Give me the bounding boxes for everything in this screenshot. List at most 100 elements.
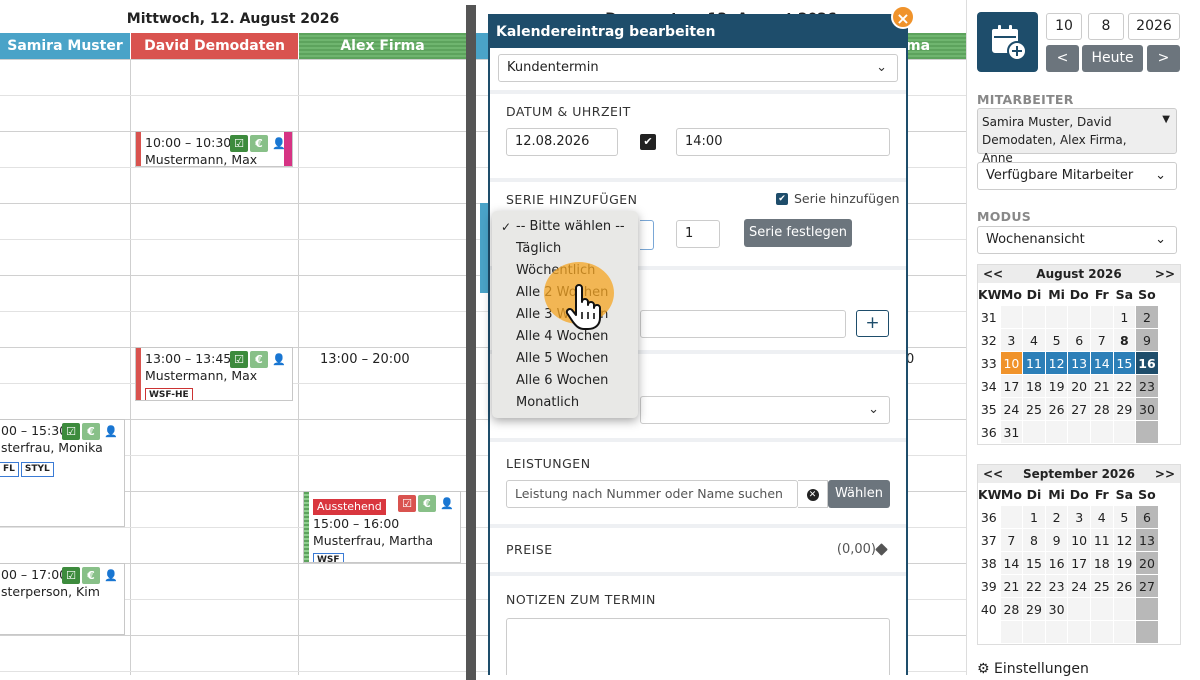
day-cell[interactable]: 10 — [1068, 529, 1091, 552]
day-cell[interactable] — [1113, 621, 1137, 644]
calendar-event[interactable]: 10:00 – 10:30 Mustermann, Max ☑ € 👤 — [135, 131, 293, 167]
day-cell[interactable]: 1 — [1113, 306, 1137, 329]
day-cell[interactable]: 17 — [1068, 552, 1091, 575]
day-cell[interactable] — [1045, 621, 1069, 644]
day-cell[interactable]: 27 — [1136, 575, 1159, 598]
day-cell[interactable]: 30 — [1136, 398, 1159, 421]
day-cell[interactable]: 8 — [1113, 329, 1137, 352]
day-cell[interactable]: 13 — [1136, 529, 1159, 552]
day-cell[interactable]: 2 — [1045, 506, 1069, 529]
dropdown-option[interactable]: -- Bitte wählen -- — [492, 216, 638, 238]
day-cell[interactable] — [1113, 421, 1137, 444]
day-input[interactable]: 10 — [1046, 13, 1082, 40]
mode-select[interactable]: Wochenansicht ⌄ — [977, 226, 1177, 254]
day-cell[interactable]: 29 — [1023, 598, 1046, 621]
clear-search-button[interactable]: ✕ — [798, 480, 828, 508]
dropdown-option[interactable]: Alle 5 Wochen — [492, 348, 638, 370]
day-cell[interactable]: 10 — [1000, 352, 1024, 375]
dropdown-option[interactable]: Täglich — [492, 238, 638, 260]
day-cell[interactable]: 22 — [1113, 375, 1137, 398]
day-cell[interactable]: 14 — [1000, 552, 1024, 575]
day-cell[interactable]: 24 — [1000, 398, 1024, 421]
day-cell[interactable] — [1045, 421, 1069, 444]
day-cell[interactable]: 25 — [1023, 398, 1046, 421]
day-cell[interactable]: 5 — [1045, 329, 1069, 352]
day-cell[interactable]: 18 — [1090, 552, 1114, 575]
calendar-event[interactable]: 00 – 15:30 sterfrau, Monika FL STYL ☑ € 👤 — [0, 419, 125, 527]
day-cell[interactable]: 17 — [1000, 375, 1024, 398]
dropdown-option[interactable]: Monatlich — [492, 392, 638, 414]
day-cell[interactable]: 9 — [1045, 529, 1069, 552]
day-cell[interactable]: 4 — [1023, 329, 1046, 352]
day-cell[interactable]: 11 — [1090, 529, 1114, 552]
year-input[interactable]: 2026 — [1128, 13, 1180, 40]
day-cell[interactable]: 30 — [1045, 598, 1069, 621]
day-cell[interactable]: 16 — [1136, 352, 1159, 375]
day-cell[interactable]: 13 — [1068, 352, 1091, 375]
column-header-right-alex[interactable]: ma — [906, 33, 966, 59]
day-cell[interactable] — [1136, 421, 1159, 444]
day-cell[interactable] — [1023, 421, 1046, 444]
day-cell[interactable] — [1045, 306, 1069, 329]
column-header-alex[interactable]: Alex Firma — [299, 33, 466, 59]
prev-month-button[interactable]: << — [983, 265, 1003, 283]
day-cell[interactable]: 12 — [1113, 529, 1137, 552]
day-cell[interactable]: 3 — [1068, 506, 1091, 529]
day-cell[interactable] — [1000, 506, 1024, 529]
day-cell[interactable]: 31 — [1000, 421, 1024, 444]
day-cell[interactable]: 20 — [1136, 552, 1159, 575]
series-checkbox[interactable]: ✔ — [776, 193, 788, 205]
day-cell[interactable]: 6 — [1068, 329, 1091, 352]
staff-select[interactable]: ⌄ — [640, 396, 890, 424]
next-month-button[interactable]: >> — [1155, 465, 1175, 483]
day-cell[interactable]: 27 — [1068, 398, 1091, 421]
day-cell[interactable]: 23 — [1045, 575, 1069, 598]
day-cell[interactable]: 29 — [1113, 398, 1137, 421]
day-cell[interactable]: 4 — [1090, 506, 1114, 529]
day-cell[interactable] — [1090, 598, 1114, 621]
day-cell[interactable]: 5 — [1113, 506, 1137, 529]
day-cell[interactable] — [1023, 621, 1046, 644]
day-cell[interactable] — [1068, 421, 1091, 444]
day-cell[interactable]: 2 — [1136, 306, 1159, 329]
customer-input[interactable] — [640, 310, 846, 338]
add-appointment-button[interactable] — [977, 12, 1038, 72]
event-time-block[interactable]: 13:00 – 20:00 — [320, 352, 410, 367]
day-cell[interactable]: 9 — [1136, 329, 1159, 352]
select-service-button[interactable]: Wählen — [828, 480, 890, 508]
dropdown-option[interactable]: Alle 6 Wochen — [492, 370, 638, 392]
day-cell[interactable]: 19 — [1113, 552, 1137, 575]
day-cell[interactable]: 15 — [1023, 552, 1046, 575]
day-cell[interactable]: 7 — [1000, 529, 1024, 552]
day-cell[interactable]: 3 — [1000, 329, 1024, 352]
day-cell[interactable]: 23 — [1136, 375, 1159, 398]
day-cell[interactable] — [1068, 598, 1091, 621]
close-modal-button[interactable]: × — [891, 5, 915, 29]
service-search-input[interactable]: Leistung nach Nummer oder Name suchen — [506, 480, 798, 508]
day-cell[interactable] — [1000, 306, 1024, 329]
day-cell[interactable]: 6 — [1136, 506, 1159, 529]
day-cell[interactable]: 26 — [1113, 575, 1137, 598]
day-cell[interactable]: 8 — [1023, 529, 1046, 552]
day-cell[interactable]: 14 — [1090, 352, 1114, 375]
staff-multiselect[interactable]: Samira Muster, David Demodaten, Alex Fir… — [977, 108, 1177, 165]
calendar-check-icon[interactable]: ✔ — [640, 134, 656, 150]
day-cell[interactable]: 26 — [1045, 398, 1069, 421]
day-cell[interactable] — [1136, 621, 1159, 644]
next-button[interactable]: > — [1147, 45, 1180, 72]
notes-textarea[interactable] — [506, 618, 890, 675]
column-header-samira[interactable]: Samira Muster — [0, 33, 130, 59]
available-staff-select[interactable]: Verfügbare Mitarbeiter ⌄ — [977, 162, 1177, 190]
day-cell[interactable] — [1000, 621, 1024, 644]
day-cell[interactable]: 21 — [1090, 375, 1114, 398]
day-cell[interactable] — [1090, 621, 1114, 644]
day-cell[interactable]: 21 — [1000, 575, 1024, 598]
prev-button[interactable]: < — [1046, 45, 1079, 72]
calendar-event[interactable]: 00 – 17:00 sterperson, Kim ☑ € 👤 — [0, 563, 125, 635]
time-field[interactable]: 14:00 — [676, 128, 890, 156]
column-header-david[interactable]: David Demodaten — [131, 33, 298, 59]
day-cell[interactable]: 22 — [1023, 575, 1046, 598]
day-cell[interactable]: 7 — [1090, 329, 1114, 352]
day-cell[interactable] — [1090, 306, 1114, 329]
day-cell[interactable]: 16 — [1045, 552, 1069, 575]
